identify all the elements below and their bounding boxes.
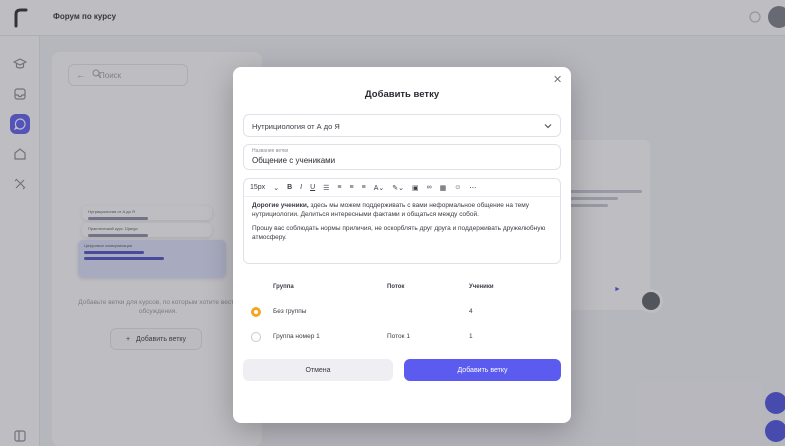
- group-radio-selected[interactable]: [251, 307, 261, 317]
- italic-icon[interactable]: I: [300, 184, 302, 191]
- col-students[interactable]: Ученики: [469, 284, 494, 290]
- col-group[interactable]: Группа: [273, 284, 294, 290]
- highlight-icon[interactable]: ✎⌄: [392, 184, 404, 192]
- more-icon[interactable]: ⋯: [469, 184, 476, 192]
- branch-name-value: Общение с учениками: [252, 156, 336, 165]
- stream-name: Поток 1: [387, 333, 410, 340]
- underline-icon[interactable]: U: [310, 184, 315, 191]
- course-select-value: Нутрициология от А до Я: [252, 122, 340, 131]
- table-header: Группа Поток Ученики: [243, 284, 561, 294]
- align-right-icon[interactable]: ≡: [362, 184, 366, 191]
- dialog-title: Добавить ветку: [364, 89, 440, 100]
- table-row[interactable]: Без группы 4: [243, 305, 561, 319]
- editor-content[interactable]: Дорогие ученики, здесь мы можем поддержи…: [244, 197, 560, 253]
- close-icon[interactable]: ✕: [553, 73, 562, 86]
- group-name: Без группы: [273, 308, 307, 315]
- submit-button[interactable]: Добавить ветку: [404, 359, 561, 381]
- cancel-button[interactable]: Отмена: [243, 359, 393, 381]
- emoji-icon[interactable]: ☺: [454, 184, 461, 191]
- chevron-down-icon: ⌄: [273, 184, 280, 192]
- group-radio[interactable]: [251, 332, 261, 342]
- message-editor[interactable]: 15px ⌄ B I U ☰ ≡ ≡ ≡ A⌄ ✎⌄ ▣ ∞ ▦ ☺ ⋯ Дор…: [243, 178, 561, 264]
- group-name: Группа номер 1: [273, 333, 320, 340]
- image-icon[interactable]: ▣: [412, 184, 419, 192]
- course-select[interactable]: Нутрициология от А до Я: [243, 114, 561, 137]
- text-color-icon[interactable]: A⌄: [374, 184, 385, 192]
- table-icon[interactable]: ▦: [440, 184, 447, 192]
- bold-icon[interactable]: B: [287, 184, 292, 191]
- col-stream[interactable]: Поток: [387, 284, 404, 290]
- students-count: 1: [469, 333, 473, 340]
- table-row[interactable]: Группа номер 1 Поток 1 1: [243, 330, 561, 344]
- message-paragraph-2: Прошу вас соблюдать нормы приличия, не о…: [252, 225, 546, 241]
- font-size-select[interactable]: 15px: [250, 184, 265, 191]
- students-count: 4: [469, 308, 473, 315]
- align-left-icon[interactable]: ≡: [337, 184, 341, 191]
- link-icon[interactable]: ∞: [427, 184, 432, 191]
- align-center-icon[interactable]: ≡: [350, 184, 354, 191]
- branch-name-label: Название ветки: [252, 148, 289, 154]
- editor-toolbar: 15px ⌄ B I U ☰ ≡ ≡ ≡ A⌄ ✎⌄ ▣ ∞ ▦ ☺ ⋯: [244, 179, 560, 197]
- message-bold-text: Дорогие ученики,: [252, 202, 309, 209]
- chevron-down-icon: [544, 124, 552, 129]
- branch-name-field[interactable]: Название ветки Общение с учениками: [243, 144, 561, 170]
- add-branch-dialog: ✕ Добавить ветку Нутрициология от А до Я…: [233, 67, 571, 423]
- list-icon[interactable]: ☰: [323, 184, 329, 192]
